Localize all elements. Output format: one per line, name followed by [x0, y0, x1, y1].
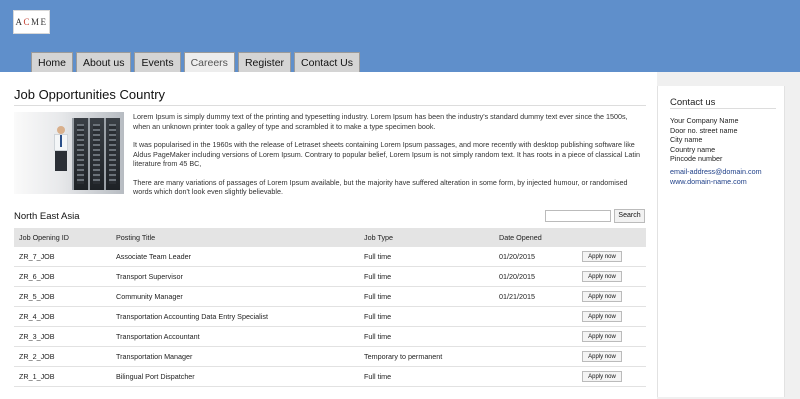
job-type-cell: Temporary to permanent	[359, 346, 494, 367]
server-rack	[104, 118, 120, 190]
region-heading: North East Asia	[14, 211, 80, 222]
main-nav: Home About us Events Careers Register Co…	[31, 52, 360, 72]
pincode-line: Pincode number	[670, 154, 723, 164]
date-opened-cell: 01/21/2015	[494, 286, 577, 307]
contact-sidebar: Contact us Your Company Name Door no. st…	[657, 86, 785, 397]
apply-now-button[interactable]: Apply now	[582, 311, 622, 322]
nav-tab-about-us[interactable]: About us	[76, 52, 132, 72]
apply-cell: Apply now	[577, 366, 646, 387]
company-name: Your Company Name	[670, 116, 739, 125]
apply-now-button[interactable]: Apply now	[582, 331, 622, 342]
server-rack	[88, 118, 104, 190]
contact-links: email-address@domain.com www.domain-name…	[670, 167, 762, 186]
table-row: ZR_4_JOB Transportation Accounting Data E…	[14, 306, 646, 327]
apply-cell: Apply now	[577, 247, 646, 267]
posting-title-cell: Associate Team Leader	[111, 247, 359, 267]
contact-divider	[670, 108, 776, 109]
date-opened-cell	[494, 366, 577, 387]
job-id-cell: ZR_1_JOB	[14, 366, 111, 387]
column-header: Job Type	[359, 228, 494, 247]
apply-cell: Apply now	[577, 346, 646, 367]
table-row: ZR_7_JOB Associate Team Leader Full time 01…	[14, 247, 646, 267]
apply-now-button[interactable]: Apply now	[582, 291, 622, 302]
posting-title-cell: Transportation Manager	[111, 346, 359, 367]
table-header-row: Job Opening ID Posting Title Job Type Da…	[14, 228, 646, 247]
apply-now-button[interactable]: Apply now	[582, 371, 622, 382]
posting-title-cell: Transportation Accountant	[111, 326, 359, 347]
person-figure	[54, 126, 68, 172]
city-line: City name	[670, 135, 703, 145]
date-opened-cell: 01/20/2015	[494, 247, 577, 267]
apply-cell: Apply now	[577, 266, 646, 287]
column-header: Posting Title	[111, 228, 359, 247]
job-type-cell: Full time	[359, 286, 494, 307]
apply-now-button[interactable]: Apply now	[582, 351, 622, 362]
nav-tab-contact-us[interactable]: Contact Us	[294, 52, 360, 72]
contact-heading: Contact us	[670, 97, 716, 108]
nav-tab-events[interactable]: Events	[134, 52, 181, 72]
job-type-cell: Full time	[359, 306, 494, 327]
posting-title-cell: Community Manager	[111, 286, 359, 307]
job-search-input[interactable]	[545, 210, 611, 222]
contact-address: Your Company Name Door no. street name C…	[670, 116, 738, 164]
street-line: Door no. street name	[670, 125, 738, 135]
table-row: ZR_2_JOB Transportation Manager Temporary …	[14, 346, 646, 367]
apply-now-button[interactable]: Apply now	[582, 271, 622, 282]
job-id-cell: ZR_4_JOB	[14, 306, 111, 327]
nav-tab-careers[interactable]: Careers	[183, 52, 235, 72]
server-room-image	[14, 112, 124, 194]
title-divider	[14, 105, 646, 106]
posting-title-cell: Transportation Accounting Data Entry Spe…	[111, 306, 359, 327]
nav-tab-register[interactable]: Register	[237, 52, 292, 72]
date-opened-cell	[494, 326, 577, 347]
job-id-cell: ZR_2_JOB	[14, 346, 111, 367]
job-id-cell: ZR_6_JOB	[14, 266, 111, 287]
posting-title-cell: Bilingual Port Dispatcher	[111, 366, 359, 387]
table-row: ZR_5_JOB Community Manager Full time 01/21/…	[14, 286, 646, 307]
date-opened-cell	[494, 306, 577, 327]
main-content: Job Opportunities Country Lorem Ipsum is…	[0, 72, 657, 399]
column-header	[577, 228, 646, 247]
job-type-cell: Full time	[359, 247, 494, 267]
email-link[interactable]: email-address@domain.com	[670, 167, 762, 177]
job-type-cell: Full time	[359, 266, 494, 287]
intro-paragraph: It was popularised in the 1960s with the…	[133, 140, 640, 168]
table-row: ZR_6_JOB Transport Supervisor Full time 01/…	[14, 266, 646, 287]
table-row: ZR_3_JOB Transportation Accountant Full ti…	[14, 326, 646, 347]
apply-cell: Apply now	[577, 306, 646, 327]
job-type-cell: Full time	[359, 366, 494, 387]
date-opened-cell: 01/20/2015	[494, 266, 577, 287]
apply-cell: Apply now	[577, 286, 646, 307]
apply-cell: Apply now	[577, 326, 646, 347]
country-line: Country name	[670, 144, 716, 154]
header-bar: A C ME Home About us Events Careers Regist…	[0, 0, 800, 72]
search-button[interactable]: Search	[614, 209, 645, 223]
apply-now-button[interactable]: Apply now	[582, 251, 622, 262]
table-row: ZR_1_JOB Bilingual Port Dispatcher Full ti…	[14, 366, 646, 387]
intro-paragraph: Lorem Ipsum is simply dummy text of the …	[133, 112, 628, 131]
nav-tab-home[interactable]: Home	[31, 52, 74, 72]
intro-paragraph: There are many variations of passages of…	[133, 177, 628, 197]
page-title: Job Opportunities Country	[14, 87, 166, 102]
intro-text: Lorem Ipsum is simply dummy text of the …	[133, 112, 645, 206]
server-rack	[72, 118, 88, 190]
job-id-cell: ZR_3_JOB	[14, 326, 111, 347]
job-id-cell: ZR_5_JOB	[14, 286, 111, 307]
column-header: Date Opened	[494, 228, 577, 247]
job-type-cell: Full time	[359, 326, 494, 347]
jobs-table: Job Opening ID Posting Title Job Type Da…	[14, 228, 646, 387]
posting-title-cell: Transport Supervisor	[111, 266, 359, 287]
column-header: Job Opening ID	[14, 228, 111, 247]
website-link[interactable]: www.domain-name.com	[670, 177, 762, 187]
job-id-cell: ZR_7_JOB	[14, 247, 111, 267]
date-opened-cell	[494, 346, 577, 367]
acme-logo[interactable]: A C ME	[13, 10, 50, 34]
